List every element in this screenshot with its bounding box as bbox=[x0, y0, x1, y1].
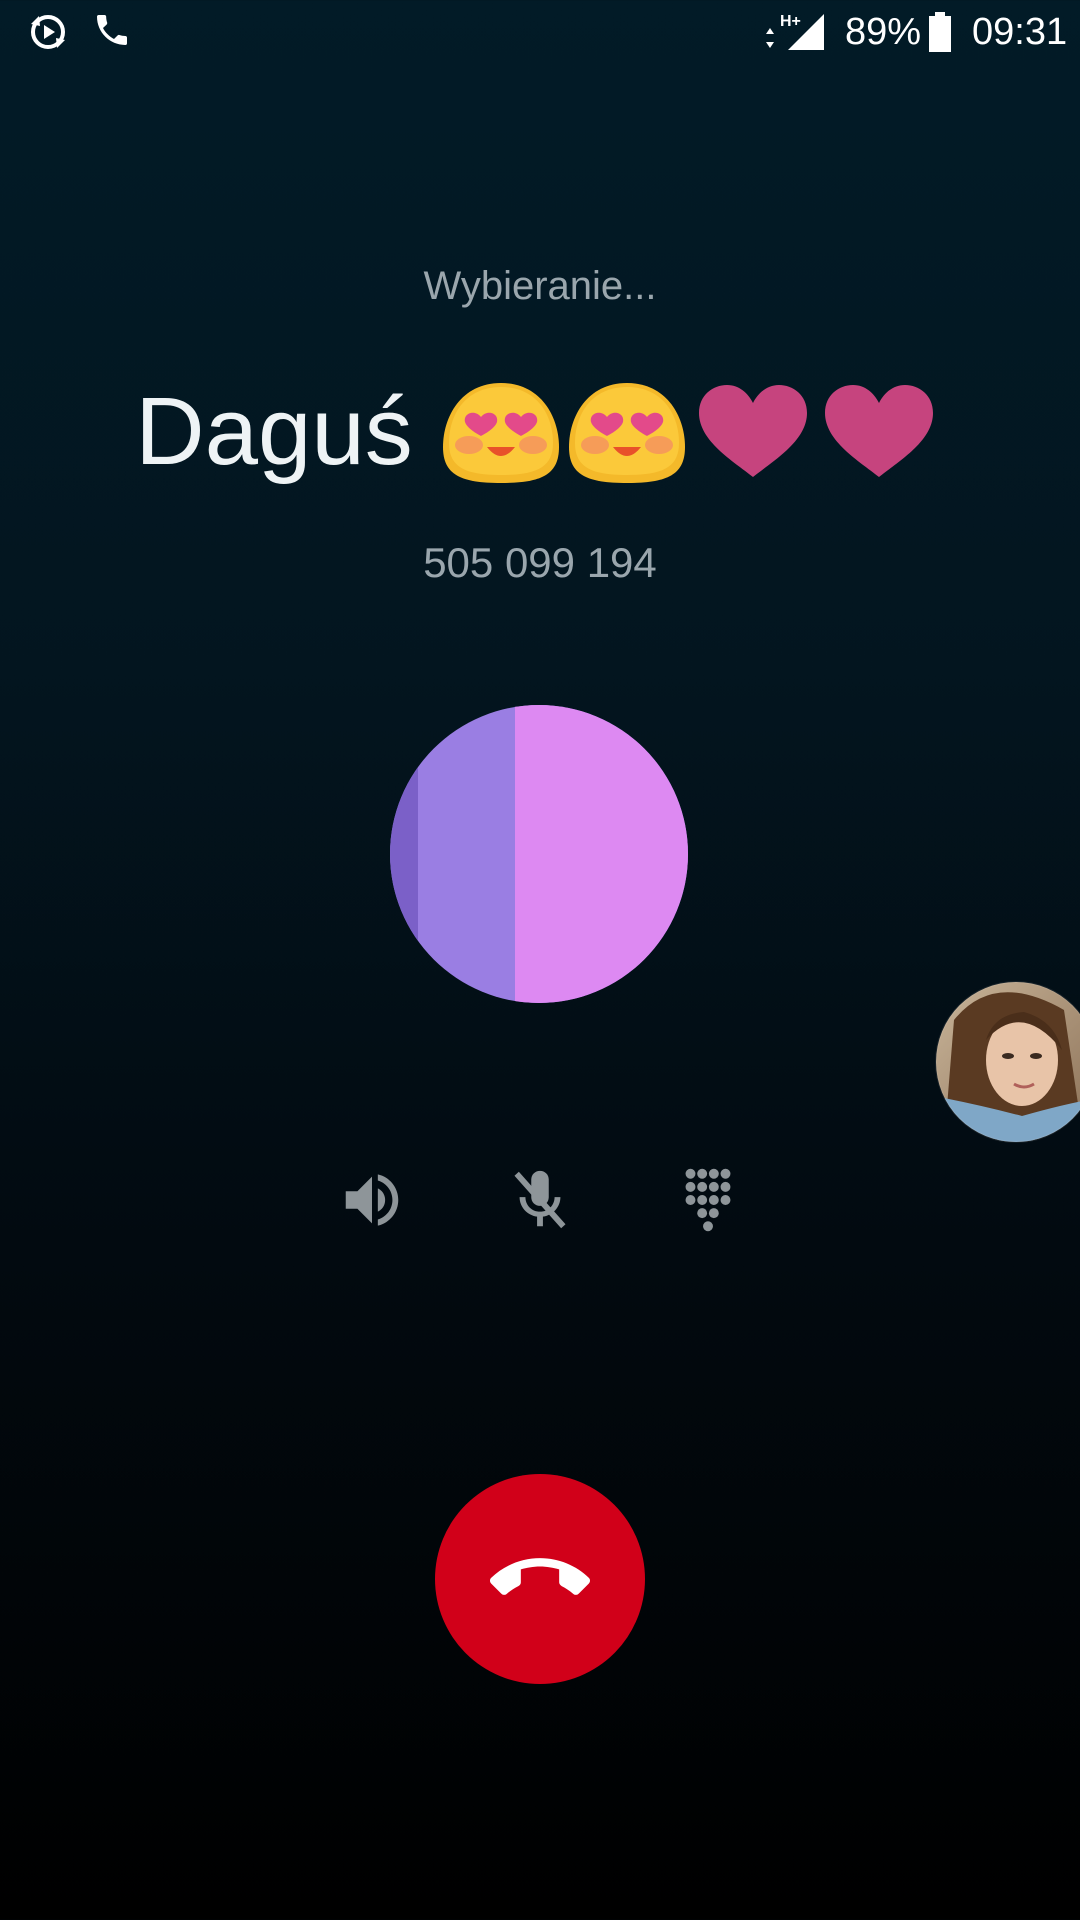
end-call-button[interactable] bbox=[435, 1474, 645, 1684]
phone-number: 505 099 194 bbox=[423, 539, 657, 586]
signal-icon: H+ bbox=[766, 13, 824, 50]
mute-icon[interactable] bbox=[505, 1165, 575, 1235]
contact-name: Daguś bbox=[135, 378, 413, 485]
pink-heart-emoji bbox=[824, 385, 933, 477]
sync-play-icon bbox=[31, 15, 65, 49]
heart-eyes-emoji bbox=[442, 383, 559, 483]
end-call-icon bbox=[490, 1558, 590, 1595]
heart-eyes-emoji bbox=[568, 383, 685, 483]
dialpad-icon[interactable] bbox=[673, 1165, 743, 1235]
contact-name-row: Daguś bbox=[0, 372, 1080, 492]
call-controls bbox=[0, 1165, 1080, 1235]
network-type-label: H+ bbox=[780, 13, 801, 30]
call-status: Wybieranie... bbox=[423, 264, 657, 308]
battery-icon bbox=[929, 12, 951, 52]
phone-icon bbox=[97, 15, 127, 45]
pink-heart-emoji bbox=[698, 385, 807, 477]
contact-avatar bbox=[390, 705, 688, 1003]
battery-percent: 89% bbox=[845, 11, 922, 53]
status-bar: H+ 89% 09:31 bbox=[0, 0, 1080, 64]
clock: 09:31 bbox=[972, 11, 1068, 53]
floating-profile-avatar[interactable] bbox=[934, 980, 1080, 1144]
speaker-icon[interactable] bbox=[337, 1165, 407, 1235]
